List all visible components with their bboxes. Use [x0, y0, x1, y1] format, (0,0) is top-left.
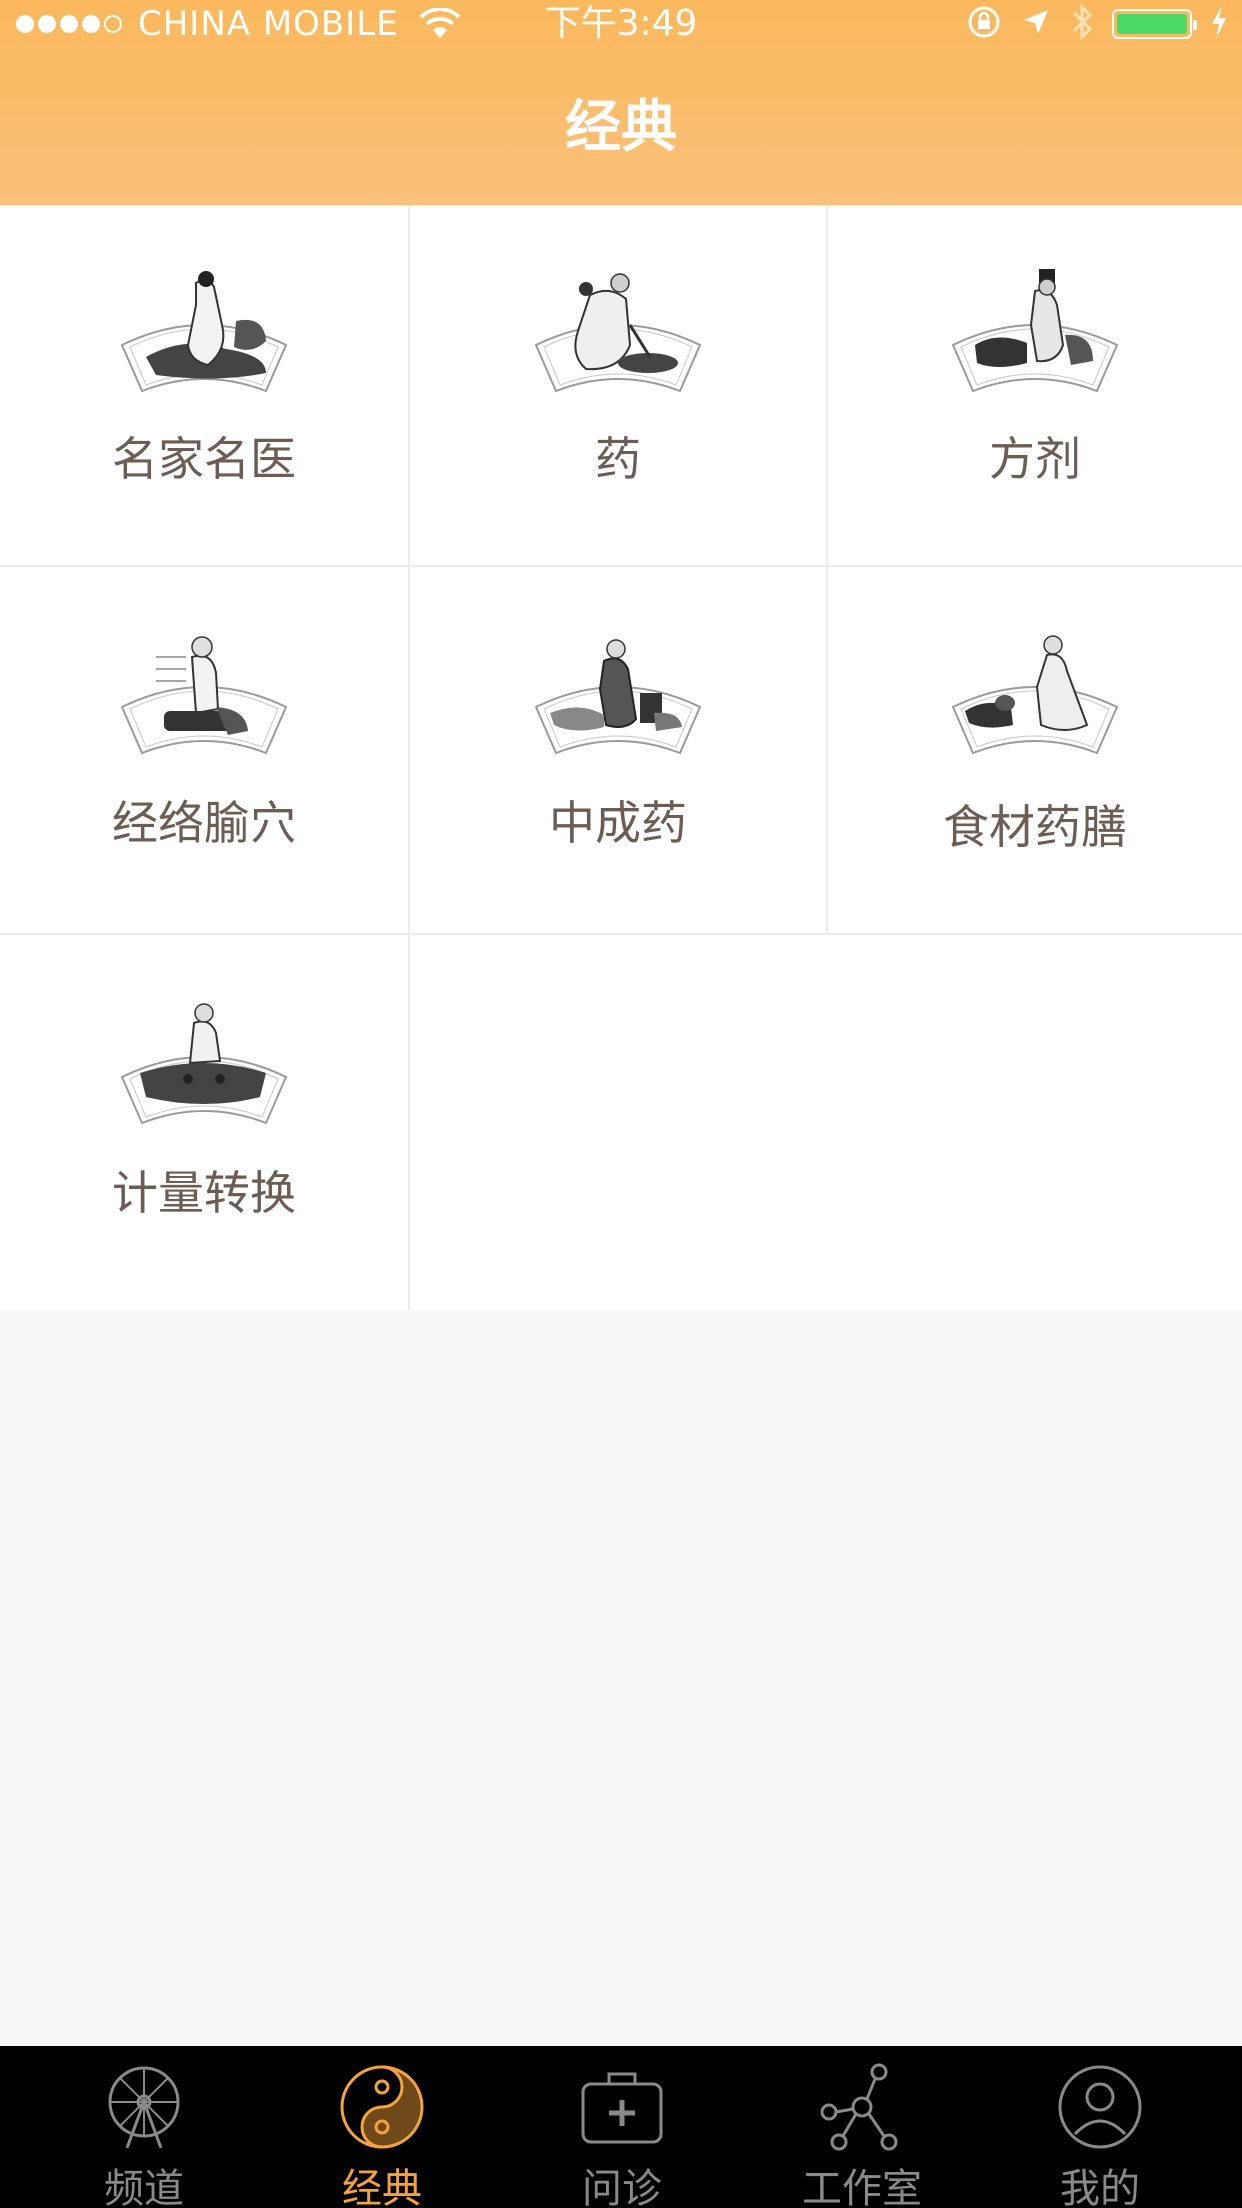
category-label: 食材药膳 — [943, 800, 1127, 854]
bluetooth-icon — [1070, 3, 1094, 45]
location-arrow-icon — [1020, 6, 1052, 42]
category-label: 名家名医 — [112, 432, 296, 486]
category-proprietary-medicine[interactable]: 中成药 — [410, 567, 828, 935]
category-prescriptions[interactable]: 方剂 — [828, 205, 1242, 567]
category-famous-doctors[interactable]: 名家名医 — [0, 205, 410, 567]
sage-reading-fan-icon — [116, 265, 292, 405]
page-title: 经典 — [565, 95, 677, 160]
tab-label: 我的 — [1060, 2166, 1140, 2208]
category-food-therapy[interactable]: 食材药膳 — [828, 567, 1242, 935]
measuring-scholar-fan-icon — [116, 997, 292, 1137]
category-label: 中成药 — [549, 796, 687, 850]
tab-consultation[interactable]: 问诊 — [498, 2046, 746, 2208]
category-meridians-acupoints[interactable]: 经络腧穴 — [0, 567, 410, 935]
scholar-desk-fan-icon — [947, 265, 1123, 405]
medicine-maker-fan-icon — [530, 627, 706, 767]
tab-label: 工作室 — [802, 2166, 922, 2208]
status-bar: CHINA MOBILE 下午3:49 — [0, 0, 1242, 46]
category-label: 计量转换 — [112, 1166, 296, 1220]
category-label: 药 — [595, 432, 641, 486]
charging-bolt-icon — [1210, 5, 1228, 43]
status-icons — [966, 3, 1228, 45]
tab-label: 问诊 — [582, 2166, 662, 2208]
tab-channels[interactable]: 频道 — [20, 2046, 268, 2208]
tab-label: 经典 — [342, 2166, 422, 2208]
yin-yang-icon — [337, 2062, 427, 2152]
category-unit-conversion[interactable]: 计量转换 — [0, 935, 410, 1310]
ferris-wheel-icon — [99, 2062, 189, 2152]
network-icon — [817, 2062, 907, 2152]
category-medicine[interactable]: 药 — [410, 205, 828, 567]
reclining-scholar-fan-icon — [947, 627, 1123, 767]
battery-icon — [1112, 9, 1197, 39]
category-label: 方剂 — [989, 432, 1081, 486]
app-header: CHINA MOBILE 下午3:49 经典 — [0, 0, 1242, 205]
tab-bar: 频道 经典 问诊 工作室 我的 — [0, 2046, 1242, 2208]
rotation-lock-icon — [966, 4, 1002, 44]
herbalist-fan-icon — [530, 265, 706, 405]
medical-kit-icon — [577, 2062, 667, 2152]
tab-label: 频道 — [104, 2166, 184, 2208]
tab-classics[interactable]: 经典 — [258, 2046, 506, 2208]
tab-studio[interactable]: 工作室 — [738, 2046, 986, 2208]
user-icon — [1055, 2062, 1145, 2152]
category-label: 经络腧穴 — [112, 796, 296, 850]
acupuncture-figure-fan-icon — [116, 627, 292, 767]
category-grid: 名家名医 药 方剂 经络腧穴 中成药 食材药膳 计量转换 — [0, 205, 1242, 1310]
tab-profile[interactable]: 我的 — [976, 2046, 1224, 2208]
